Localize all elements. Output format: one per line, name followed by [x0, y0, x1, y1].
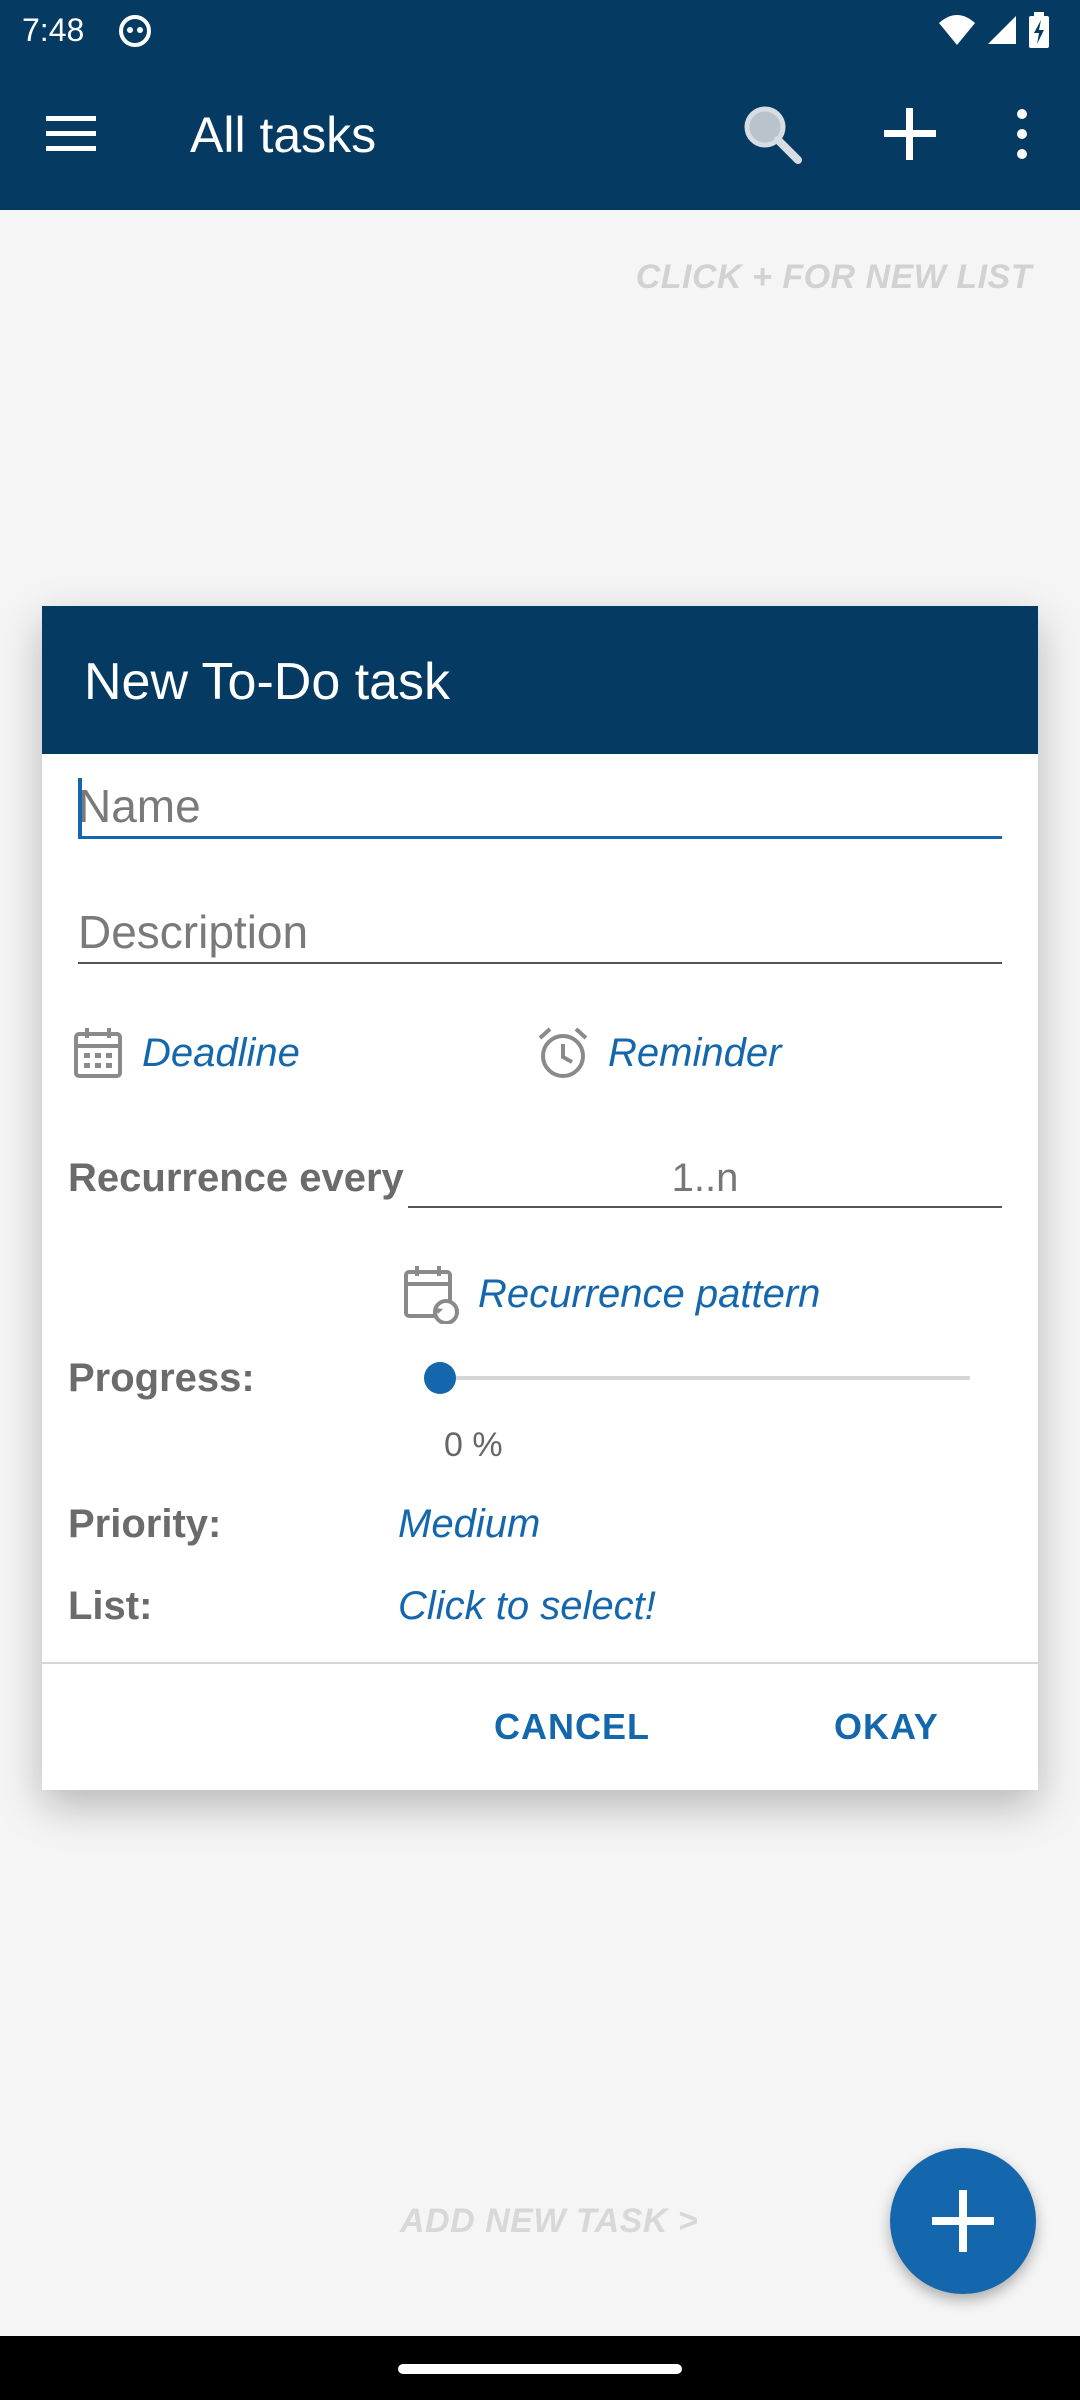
add-list-icon[interactable]	[880, 104, 940, 164]
recurrence-input[interactable]: 1..n	[408, 1150, 1002, 1208]
notification-app-icon	[119, 15, 151, 47]
name-field-wrapper	[78, 776, 1002, 839]
dialog-header: New To-Do task	[42, 606, 1038, 754]
status-time: 7:48	[22, 12, 85, 48]
search-icon[interactable]	[740, 102, 804, 166]
priority-label: Priority:	[68, 1502, 222, 1546]
name-input[interactable]	[78, 776, 1002, 836]
progress-slider-thumb[interactable]	[424, 1362, 456, 1394]
plus-icon	[932, 2190, 994, 2252]
new-task-dialog: New To-Do task Deadline Reminder Recurre…	[42, 606, 1038, 1790]
name-underline	[78, 836, 1002, 839]
recurrence-value: 1..n	[671, 1156, 739, 1200]
progress-percent: 0 %	[444, 1426, 503, 1464]
signal-icon	[988, 16, 1016, 44]
new-task-hint[interactable]: ADD NEW TASK >	[400, 2202, 698, 2241]
system-icons	[938, 12, 1050, 48]
home-gesture-handle[interactable]	[398, 2364, 682, 2374]
deadline-label: Deadline	[142, 1030, 300, 1075]
list-select[interactable]: Click to select!	[398, 1584, 656, 1629]
progress-slider-track[interactable]	[440, 1376, 970, 1380]
recurrence-pattern-label: Recurrence pattern	[478, 1271, 821, 1316]
text-cursor	[78, 778, 82, 836]
okay-button[interactable]: OKAY	[834, 1706, 939, 1748]
app-bar: All tasks	[0, 60, 1080, 210]
description-underline	[78, 962, 1002, 964]
alarm-clock-icon	[538, 1027, 588, 1078]
battery-icon	[1029, 12, 1049, 48]
priority-value[interactable]: Medium	[398, 1502, 540, 1547]
reminder-label: Reminder	[608, 1030, 782, 1075]
progress-label: Progress:	[68, 1356, 255, 1400]
navigation-bar	[0, 2336, 1080, 2400]
wifi-icon	[939, 15, 975, 45]
status-bar: 7:48	[0, 0, 1080, 60]
new-list-hint: CLICK + FOR NEW LIST	[635, 258, 1032, 296]
reminder-button[interactable]: Reminder	[536, 1026, 781, 1080]
calendar-icon	[74, 1028, 122, 1078]
recurrence-pattern-button[interactable]: Recurrence pattern	[402, 1264, 820, 1324]
add-task-fab[interactable]	[890, 2148, 1036, 2294]
description-field-wrapper	[78, 902, 1002, 964]
dialog-divider	[42, 1662, 1038, 1664]
recurrence-label: Recurrence every	[68, 1156, 404, 1200]
cancel-button[interactable]: CANCEL	[494, 1706, 650, 1748]
deadline-button[interactable]: Deadline	[72, 1026, 300, 1080]
list-label: List:	[68, 1584, 153, 1628]
calendar-repeat-icon	[404, 1266, 459, 1324]
menu-icon[interactable]	[44, 112, 100, 156]
recurrence-underline	[408, 1206, 1002, 1208]
dialog-title: New To-Do task	[84, 653, 451, 711]
more-options-icon[interactable]	[1000, 104, 1044, 164]
description-input[interactable]	[78, 902, 1002, 962]
page-title: All tasks	[190, 107, 377, 163]
